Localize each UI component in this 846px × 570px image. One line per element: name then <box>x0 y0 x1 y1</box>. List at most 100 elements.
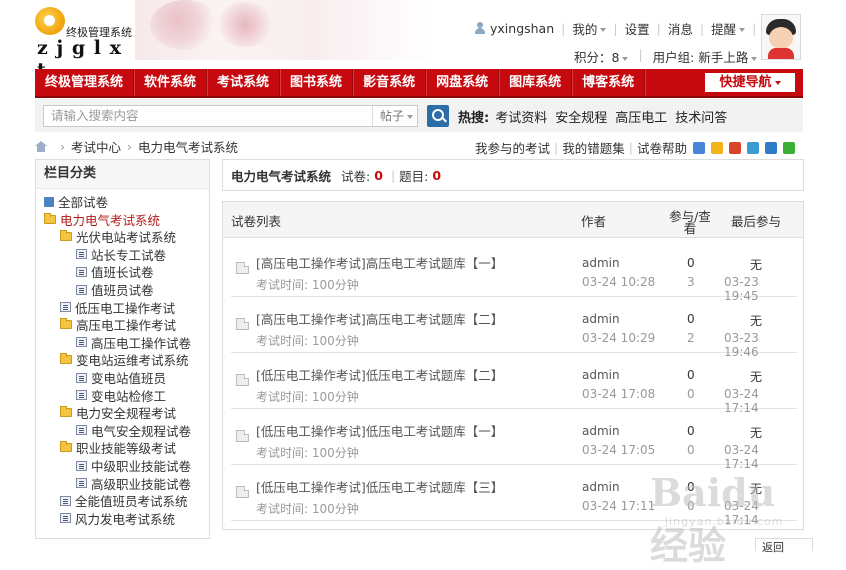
questions-count: 0 <box>432 167 442 183</box>
share-qzone-icon[interactable] <box>746 141 759 154</box>
doc-icon <box>60 302 71 313</box>
doc-icon <box>76 337 87 348</box>
author-link[interactable]: admin <box>582 256 620 270</box>
sidebar-item[interactable]: 风力发电考试系统 <box>60 509 175 528</box>
hot-link-hv-electrician[interactable]: 高压电工 <box>615 107 667 126</box>
view-count: 0 <box>687 387 695 401</box>
exam-row[interactable]: [低压电工操作考试]低压电工考试题库【一】 考试时间: 100分钟 admin 03-… <box>231 408 797 471</box>
breadcrumb-current[interactable]: 电力电气考试系统 <box>138 137 238 156</box>
nav-item-exam[interactable]: 考试系统 <box>207 69 281 96</box>
sidebar-item[interactable]: 高压电工操作试卷 <box>76 333 191 352</box>
messages-link[interactable]: 消息 <box>668 19 693 38</box>
join-count: 0 <box>687 312 695 326</box>
col-list: 试卷列表 <box>231 214 282 229</box>
home-icon[interactable] <box>35 140 47 152</box>
nav-item-gallery[interactable]: 图库系统 <box>499 69 573 96</box>
sidebar-item[interactable]: 电力安全规程考试 <box>60 403 176 422</box>
sidebar-item[interactable]: 低压电工操作考试 <box>60 298 175 317</box>
nav-item-media[interactable]: 影音系统 <box>353 69 427 96</box>
my-exams-link[interactable]: 我参与的考试 <box>475 138 550 157</box>
user-menu: yxingshan | 我的 | 设置 | 消息 | 提醒 | 退出 <box>474 19 788 37</box>
sidebar-item-label: 光伏电站考试系统 <box>76 230 177 246</box>
user-group-menu[interactable]: 用户组: 新手上路 <box>653 47 758 66</box>
paper-icon <box>236 318 249 330</box>
sidebar-item[interactable]: 职业技能等级考试 <box>60 438 176 457</box>
share-weibo-icon[interactable] <box>728 141 741 154</box>
settings-link[interactable]: 设置 <box>625 19 650 38</box>
sidebar-item[interactable]: 光伏电站考试系统 <box>60 227 176 246</box>
papers-count: 0 <box>374 167 383 183</box>
created-date: 03-24 17:08 <box>582 387 656 401</box>
sidebar-title: 栏目分类 <box>36 160 209 189</box>
nav-item-zjglxt[interactable]: 终极管理系统 <box>35 69 135 96</box>
exam-row[interactable]: [高压电工操作考试]高压电工考试题库【二】 考试时间: 100分钟 admin 03-… <box>231 296 797 359</box>
sidebar-item[interactable]: 变电站检修工 <box>76 386 166 405</box>
exam-links: 我参与的考试 | 我的错题集 | 试卷帮助 <box>475 138 795 157</box>
sidebar-item-label: 电力电气考试系统 <box>60 212 161 228</box>
sidebar-item[interactable]: 变电站运维考试系统 <box>60 350 189 369</box>
sidebar-item[interactable]: 电气安全规程试卷 <box>76 421 191 440</box>
wrong-answers-link[interactable]: 我的错题集 <box>562 138 625 157</box>
nav-item-blog[interactable]: 博客系统 <box>572 69 646 96</box>
search-button[interactable] <box>427 105 449 127</box>
sidebar-item[interactable]: 全部试卷 <box>44 192 108 211</box>
reminders-menu[interactable]: 提醒 <box>711 19 746 38</box>
author-link[interactable]: admin <box>582 312 620 326</box>
nav-item-books[interactable]: 图书系统 <box>280 69 354 96</box>
hot-link-tech-qa[interactable]: 技术问答 <box>675 107 727 126</box>
username-link[interactable]: yxingshan <box>490 21 554 36</box>
exam-title-link[interactable]: [高压电工操作考试]高压电工考试题库【二】 <box>256 309 503 328</box>
sidebar-item[interactable]: 电力电气考试系统 <box>44 210 160 229</box>
share-plus-icon[interactable] <box>692 141 705 154</box>
avatar[interactable] <box>761 14 801 60</box>
share-star-icon[interactable] <box>710 141 723 154</box>
last-participant: 无 <box>750 258 763 272</box>
author-link[interactable]: admin <box>582 424 620 438</box>
exam-title-link[interactable]: [低压电工操作考试]低压电工考试题库【三】 <box>256 477 503 496</box>
folder-icon <box>60 230 72 242</box>
sidebar-item[interactable]: 站长专工试卷 <box>76 245 166 264</box>
doc-icon <box>76 249 87 260</box>
sidebar-item-label: 变电站检修工 <box>91 388 167 404</box>
exam-title-link[interactable]: [低压电工操作考试]低压电工考试题库【二】 <box>256 365 503 384</box>
header: 终极管理系统 z j g l x t yxingshan | 我的 | 设置 |… <box>0 0 846 81</box>
sidebar-item[interactable]: 高压电工操作考试 <box>60 315 176 334</box>
share-renren-icon[interactable] <box>764 141 777 154</box>
doc-icon <box>76 478 87 489</box>
sidebar-item-label: 高级职业技能试卷 <box>91 476 192 492</box>
sidebar-item[interactable]: 值班员试卷 <box>76 280 154 299</box>
col-author: 作者 <box>581 214 607 229</box>
hot-link-safety-rules[interactable]: 安全规程 <box>555 107 607 126</box>
exam-help-link[interactable]: 试卷帮助 <box>637 138 687 157</box>
doc-icon <box>76 284 87 295</box>
exam-row[interactable]: [低压电工操作考试]低压电工考试题库【二】 考试时间: 100分钟 admin 03-… <box>231 352 797 415</box>
exam-row[interactable]: [高压电工操作考试]高压电工考试题库【一】 考试时间: 100分钟 admin 03-… <box>231 240 797 303</box>
exam-title-link[interactable]: [高压电工操作考试]高压电工考试题库【一】 <box>256 253 503 272</box>
sidebar-item[interactable]: 变电站值班员 <box>76 368 166 387</box>
points-menu[interactable]: 积分：8 <box>574 47 629 66</box>
quick-nav-button[interactable]: 快捷导航 <box>705 73 795 92</box>
exam-title-link[interactable]: [低压电工操作考试]低压电工考试题库【一】 <box>256 421 503 440</box>
folder-icon <box>60 406 72 418</box>
breadcrumb-exam-center[interactable]: 考试中心 <box>71 137 121 156</box>
sidebar-item[interactable]: 高级职业技能试卷 <box>76 474 191 493</box>
search-type-select[interactable]: 帖子 <box>372 106 424 126</box>
nav-item-software[interactable]: 软件系统 <box>134 69 208 96</box>
logo-mark-icon <box>35 7 65 35</box>
sidebar-item[interactable]: 值班长试卷 <box>76 262 154 281</box>
doc-icon <box>76 266 87 277</box>
site-logo[interactable]: 终极管理系统 z j g l x t <box>35 7 137 81</box>
calligraphy-decoration <box>295 6 385 46</box>
share-wechat-icon[interactable] <box>782 141 795 154</box>
sidebar-item-label: 中级职业技能试卷 <box>91 459 192 474</box>
nav-item-netdisk[interactable]: 网盘系统 <box>426 69 500 96</box>
exam-row[interactable]: [低压电工操作考试]低压电工考试题库【三】 考试时间: 100分钟 admin 03-… <box>231 464 797 527</box>
sidebar-item[interactable]: 全能值班员考试系统 <box>60 491 188 510</box>
author-link[interactable]: admin <box>582 480 620 494</box>
my-menu[interactable]: 我的 <box>572 19 607 38</box>
search-input[interactable]: 请输入搜索内容 <box>43 105 418 127</box>
sidebar-item[interactable]: 中级职业技能试卷 <box>76 456 191 475</box>
hot-link-exam-material[interactable]: 考试资料 <box>495 107 547 126</box>
author-link[interactable]: admin <box>582 368 620 382</box>
join-count: 0 <box>687 424 695 438</box>
